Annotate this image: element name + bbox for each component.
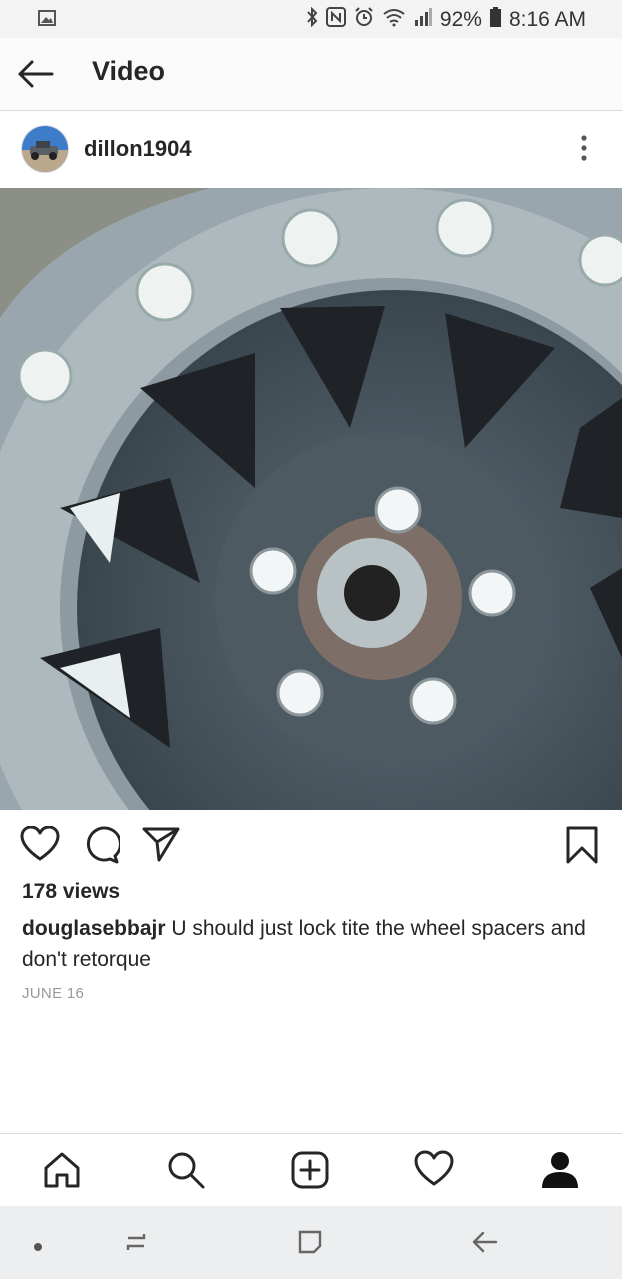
profile-icon[interactable] (540, 1150, 580, 1190)
post-username[interactable]: dillon1904 (84, 136, 192, 162)
add-post-icon[interactable] (290, 1150, 330, 1190)
video-player[interactable] (0, 188, 622, 810)
home-icon[interactable] (42, 1150, 82, 1190)
post-header: dillon1904 (0, 111, 622, 188)
battery-icon (489, 7, 501, 33)
bottom-nav (0, 1133, 622, 1207)
post-actions (0, 810, 622, 880)
bookmark-icon[interactable] (566, 826, 598, 869)
activity-heart-icon[interactable] (414, 1150, 454, 1190)
share-icon[interactable] (142, 826, 180, 867)
alarm-icon (354, 7, 374, 33)
clock: 8:16 AM (508, 8, 586, 31)
page-title: Video (92, 56, 166, 86)
status-bar: 92% 8:16 AM (0, 0, 622, 38)
nfc-icon (325, 7, 346, 33)
back-icon[interactable] (470, 1228, 498, 1261)
home-square-icon[interactable] (296, 1228, 324, 1261)
more-options-icon[interactable] (572, 133, 596, 163)
bluetooth-icon (306, 6, 318, 33)
wheel-video-frame (0, 188, 622, 810)
system-nav-bar (0, 1206, 622, 1279)
wifi-icon (382, 7, 406, 33)
signal-icon (414, 8, 432, 32)
dot-icon[interactable] (33, 1239, 43, 1257)
comment-icon[interactable] (82, 826, 122, 869)
gallery-icon (38, 10, 56, 31)
view-count[interactable]: 178 views (22, 880, 120, 904)
post-date: JUNE 16 (22, 985, 85, 1002)
back-arrow-icon[interactable] (16, 56, 56, 92)
search-icon[interactable] (166, 1150, 206, 1190)
avatar[interactable] (21, 125, 69, 173)
battery-percent: 92% (439, 8, 482, 31)
recents-icon[interactable] (122, 1228, 150, 1261)
comment-username[interactable]: douglasebbajr (22, 917, 166, 940)
comment: douglasebbajr U should just lock tite th… (22, 913, 602, 975)
heart-icon[interactable] (20, 825, 60, 867)
top-header: Video (0, 38, 622, 111)
